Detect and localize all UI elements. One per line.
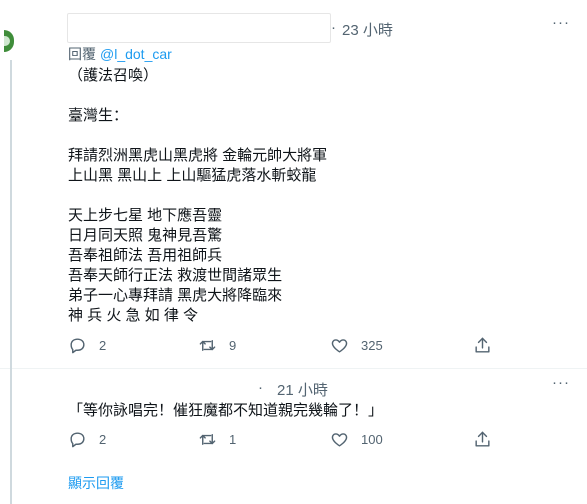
like-button[interactable]: 100	[330, 430, 383, 449]
separator-dot: ·	[258, 379, 263, 396]
thread-line	[10, 368, 12, 504]
reply-icon	[70, 432, 85, 448]
heart-icon	[331, 339, 348, 353]
replying-to-label: 回覆	[68, 46, 96, 62]
reply-count: 2	[99, 432, 107, 447]
share-icon	[475, 431, 490, 447]
tweet-divider	[0, 368, 587, 369]
reply-button[interactable]: 2	[68, 430, 106, 449]
reply-actions: 2 1 100	[68, 430, 568, 454]
retweet-button[interactable]: 1	[198, 430, 236, 449]
replying-to-handle[interactable]: @l_dot_car	[100, 46, 172, 62]
avatar[interactable]	[4, 30, 14, 52]
retweet-icon	[199, 434, 216, 445]
retweet-count: 1	[229, 432, 237, 447]
like-button[interactable]: 325	[330, 336, 383, 355]
author-name-redacted	[67, 13, 331, 43]
share-button[interactable]	[473, 336, 492, 355]
author-name-redacted	[120, 377, 270, 395]
heart-icon	[331, 433, 348, 447]
share-button[interactable]	[473, 430, 492, 449]
retweet-button[interactable]: 9	[198, 336, 236, 355]
tweet[interactable]: · 23 小時 ··· 回覆 @l_dot_car （護法召喚） 臺灣生： 拜請烈…	[0, 0, 587, 368]
reply-icon	[70, 338, 85, 354]
thread-line	[10, 60, 12, 368]
more-options-button[interactable]: ···	[552, 374, 570, 391]
retweet-count: 9	[229, 338, 237, 353]
tweet-timestamp[interactable]: 23 小時	[342, 19, 393, 40]
like-count: 100	[361, 432, 383, 447]
replying-to: 回覆 @l_dot_car	[68, 44, 172, 64]
reply-text: 「等你詠唱完！催狂魔都不知道親完幾輪了！」	[68, 402, 384, 419]
share-icon	[475, 337, 490, 353]
reply-button[interactable]: 2	[68, 336, 106, 355]
like-count: 325	[361, 338, 383, 353]
more-options-button[interactable]: ···	[552, 14, 570, 31]
reply-timestamp[interactable]: 21 小時	[277, 379, 328, 400]
reply-count: 2	[99, 338, 107, 353]
retweet-icon	[199, 340, 216, 351]
separator-dot: ·	[331, 19, 336, 36]
tweet-text: （護法召喚） 臺灣生： 拜請烈洲黑虎山黑虎將 金輪元帥大將軍 上山黑 黑山上 上…	[68, 67, 328, 324]
tweet-actions: 2 9 325	[68, 336, 568, 360]
show-replies-link[interactable]: 顯示回覆	[68, 473, 124, 493]
